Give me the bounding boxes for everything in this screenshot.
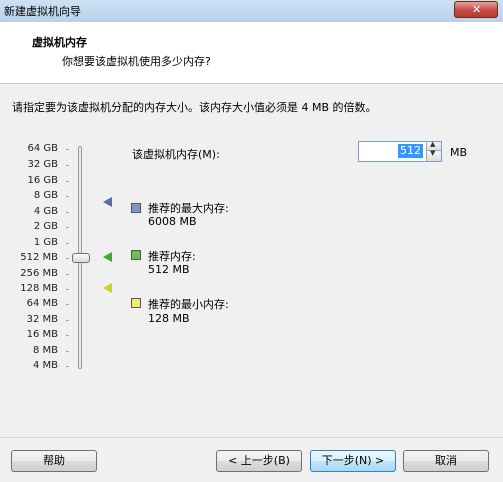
close-button[interactable]: ✕ (454, 1, 498, 18)
arrow-up-icon: ▲ (430, 140, 436, 148)
scale-label: 16 MB (26, 329, 58, 340)
min-memory-value: 128 MB (148, 312, 190, 325)
min-memory-marker-icon (103, 283, 112, 293)
recommended-memory-marker-icon (103, 252, 112, 262)
scale-tick (66, 274, 69, 275)
max-memory-marker-icon (103, 197, 112, 207)
scale-label: 64 MB (26, 298, 58, 309)
scale-tick (66, 227, 69, 228)
recommended-memory-label: 推荐内存: (148, 250, 196, 263)
scale-tick (66, 289, 69, 290)
scale-tick (66, 366, 69, 367)
max-memory-value: 6008 MB (148, 215, 197, 228)
cancel-button[interactable]: 取消 (403, 450, 489, 472)
scale-label: 8 MB (32, 345, 58, 356)
scale-tick (66, 243, 69, 244)
scale-tick (66, 351, 69, 352)
scale-tick (66, 165, 69, 166)
max-memory-label: 推荐的最大内存: (148, 202, 229, 215)
scale-label: 32 GB (27, 159, 58, 170)
min-memory-label: 推荐的最小内存: (148, 298, 229, 311)
scale-label: 2 GB (33, 221, 58, 232)
page-subtitle: 你想要该虚拟机使用多少内存? (62, 55, 211, 68)
new-vm-wizard-window: 新建虚拟机向导 ✕ 虚拟机内存 你想要该虚拟机使用多少内存? 请指定要为该虚拟机… (0, 0, 503, 482)
memory-input-value[interactable]: 512 (398, 144, 423, 158)
instruction-text: 请指定要为该虚拟机分配的内存大小。该内存大小值必须是 4 MB 的倍数。 (12, 101, 377, 114)
scale-tick (66, 196, 69, 197)
arrow-down-icon: ▼ (430, 149, 436, 157)
scale-label: 32 MB (26, 314, 58, 325)
footer-divider (0, 437, 503, 438)
memory-field-label: 该虚拟机内存(M): (132, 148, 220, 161)
scale-label: 256 MB (20, 268, 58, 279)
memory-unit-label: MB (450, 146, 468, 159)
scale-label: 8 GB (33, 190, 58, 201)
scale-label: 128 MB (20, 283, 58, 294)
page-title: 虚拟机内存 (32, 36, 87, 49)
max-memory-swatch-icon (131, 203, 141, 213)
scale-label: 4 GB (33, 206, 58, 217)
scale-label: 512 MB (20, 252, 58, 263)
scale-tick (66, 258, 69, 259)
scale-tick (66, 181, 69, 182)
scale-tick (66, 304, 69, 305)
scale-label: 64 GB (27, 143, 58, 154)
recommended-memory-value: 512 MB (148, 263, 190, 276)
scale-tick (66, 335, 69, 336)
memory-spinbox[interactable]: 512 ▲ ▼ (358, 140, 442, 162)
wizard-header: 虚拟机内存 你想要该虚拟机使用多少内存? (0, 22, 503, 84)
scale-tick (66, 320, 69, 321)
recommended-memory-swatch-icon (131, 250, 141, 260)
scale-label: 16 GB (27, 175, 58, 186)
close-icon: ✕ (472, 3, 482, 16)
title-bar: 新建虚拟机向导 ✕ (0, 0, 503, 23)
help-button[interactable]: 帮助 (11, 450, 97, 472)
window-title: 新建虚拟机向导 (4, 5, 81, 18)
next-button[interactable]: 下一步(N) > (310, 450, 396, 472)
spin-down-button[interactable]: ▼ (426, 149, 441, 161)
back-button[interactable]: < 上一步(B) (216, 450, 302, 472)
memory-slider-thumb[interactable] (72, 253, 90, 263)
scale-tick (66, 212, 69, 213)
min-memory-swatch-icon (131, 298, 141, 308)
scale-label: 1 GB (33, 237, 58, 248)
scale-tick (66, 149, 69, 150)
scale-label: 4 MB (32, 360, 58, 371)
